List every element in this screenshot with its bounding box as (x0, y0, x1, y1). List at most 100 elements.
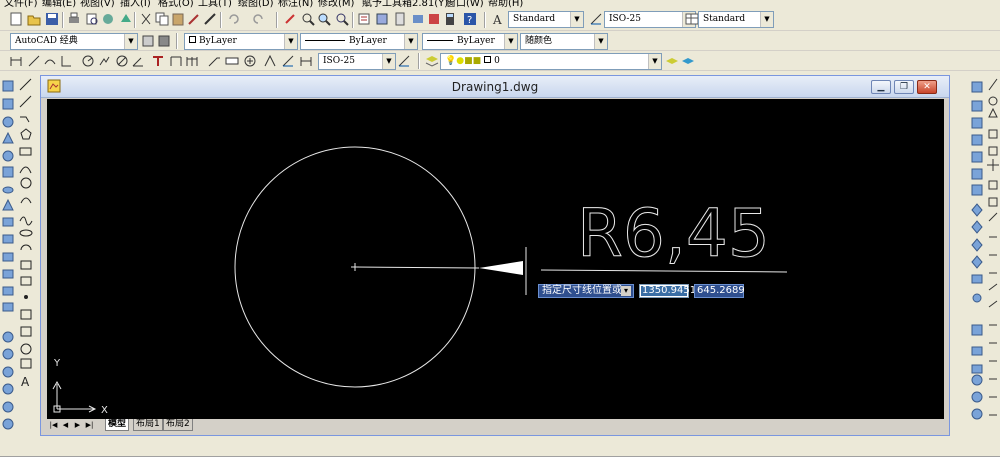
design-center-icon[interactable] (374, 11, 390, 27)
new-file-icon[interactable] (8, 11, 24, 27)
print-icon[interactable] (66, 11, 82, 27)
tool-palettes-icon[interactable] (392, 11, 408, 27)
tab-model[interactable]: 模型 (105, 419, 130, 431)
baseline-dim-icon[interactable] (168, 53, 184, 69)
zoom-realtime-icon[interactable] (300, 11, 316, 27)
layer-previous-icon[interactable] (680, 53, 696, 69)
menu-draw[interactable]: 绘图(D) (238, 0, 274, 8)
separator (134, 12, 136, 28)
linear-dim-icon[interactable] (8, 53, 24, 69)
drawing-area[interactable]: R6,45 X Y (47, 99, 944, 419)
lineweight-select[interactable]: ByLayer ▼ (422, 33, 518, 50)
layer-manager-icon[interactable] (424, 53, 440, 69)
block-editor-icon[interactable] (202, 11, 218, 27)
linetype-select[interactable]: ByLayer ▼ (300, 33, 418, 50)
view-tools-icons[interactable] (968, 75, 986, 435)
dim-style-icon (588, 11, 604, 27)
modify-tools-icons[interactable] (986, 75, 1000, 435)
save-icon[interactable] (44, 11, 60, 27)
dim-style-select[interactable]: ISO-25▼ (604, 11, 696, 28)
arc-length-icon[interactable] (42, 53, 58, 69)
minimize-button[interactable]: ▁ (871, 80, 891, 94)
quick-leader-icon[interactable] (206, 53, 222, 69)
menu-dimension[interactable]: 标注(N) (278, 0, 313, 8)
markup-icon[interactable] (426, 11, 442, 27)
properties-icon[interactable] (356, 11, 372, 27)
etransmit-icon[interactable] (118, 11, 134, 27)
menu-view[interactable]: 视图(V) (80, 0, 115, 8)
svg-text:?: ? (467, 15, 472, 26)
command-line[interactable] (0, 456, 1000, 468)
zoom-previous-icon[interactable] (334, 11, 350, 27)
next-tab-icon[interactable]: ▶ (73, 420, 82, 430)
dim-update-icon[interactable] (298, 53, 314, 69)
last-tab-icon[interactable]: ▶| (85, 420, 94, 430)
dropdown-arrow-icon[interactable]: ▾ (621, 286, 631, 296)
print-preview-icon[interactable] (84, 11, 100, 27)
first-tab-icon[interactable]: |◀ (49, 420, 58, 430)
ordinate-dim-icon[interactable] (58, 53, 74, 69)
publish-icon[interactable] (100, 11, 116, 27)
menu-format[interactable]: 格式(O) (158, 0, 194, 8)
text-style-select[interactable]: Standard ▼ (508, 11, 584, 28)
separator (484, 12, 486, 28)
dim-style-manager-icon[interactable] (396, 53, 412, 69)
cut-icon[interactable] (138, 11, 154, 27)
workspace-settings-icon[interactable] (140, 33, 156, 49)
copy-icon[interactable] (154, 11, 170, 27)
drawing-canvas[interactable]: R6,45 X Y 指定尺寸线位置或 ▾ 1350.9451 645.2689 (47, 99, 944, 419)
workspace-save-icon[interactable] (156, 33, 172, 49)
center-mark-icon[interactable] (242, 53, 258, 69)
menu-modify[interactable]: 修改(M) (318, 0, 354, 8)
menu-window[interactable]: 窗口(W) (446, 0, 484, 8)
continue-dim-icon[interactable] (184, 53, 200, 69)
sheet-set-icon[interactable] (410, 11, 426, 27)
open-file-icon[interactable] (26, 11, 42, 27)
angular-dim-icon[interactable] (130, 53, 146, 69)
previous-tab-icon[interactable]: ◀ (61, 420, 70, 430)
color-select[interactable]: ByLayer ▼ (184, 33, 298, 50)
dim-style-control[interactable]: ISO-25 ▼ (318, 53, 396, 70)
tolerance-icon[interactable] (224, 53, 240, 69)
match-properties-icon[interactable] (186, 11, 202, 27)
dimension-text[interactable]: R6,45 (577, 195, 771, 273)
paste-icon[interactable] (170, 11, 186, 27)
calculator-icon[interactable] (442, 11, 458, 27)
table-style-select[interactable]: Standard ▼ (698, 11, 774, 28)
draw-tools-icons[interactable]: A (17, 75, 35, 395)
workspace-select[interactable]: AutoCAD 经典 ▼ (10, 33, 138, 50)
plot-style-select[interactable]: 随颜色 ▼ (520, 33, 608, 50)
menu-insert[interactable]: 插入(I) (120, 0, 151, 8)
modeling-tools-icons[interactable] (0, 75, 17, 455)
layer-select[interactable]: 💡●■■ 0 ▼ (440, 53, 662, 70)
aligned-dim-icon[interactable] (26, 53, 42, 69)
dynamic-input-x-field[interactable]: 1350.9451 (639, 284, 696, 298)
radius-dim-icon[interactable] (80, 53, 96, 69)
dynamic-input-y-field[interactable]: 645.2689 (694, 284, 745, 298)
diameter-dim-icon[interactable] (114, 53, 130, 69)
help-icon[interactable]: ? (462, 11, 478, 27)
close-button[interactable]: ✕ (917, 80, 937, 94)
drawing-window: Drawing1.dwg ▁ ❐ ✕ R6,45 X Y 指定尺寸线位置或 ▾ (40, 75, 950, 436)
undo-icon[interactable] (226, 11, 242, 27)
menu-file[interactable]: 文件(F) (4, 0, 38, 8)
restore-button[interactable]: ❐ (894, 80, 914, 94)
separator (176, 33, 178, 49)
tab-layout2[interactable]: 布局2 (163, 419, 193, 431)
redo-icon[interactable] (250, 11, 266, 27)
draw-toolbar: A (17, 75, 35, 395)
layers-toolbar: AutoCAD 经典 ▼ ByLayer ▼ ByLayer ▼ ByLayer ▼ 随… (0, 31, 1000, 51)
window-titlebar[interactable]: Drawing1.dwg ▁ ❐ ✕ (41, 76, 949, 98)
dimtedit-icon[interactable] (280, 53, 296, 69)
jogged-dim-icon[interactable] (96, 53, 112, 69)
dimedit-icon[interactable] (262, 53, 278, 69)
menu-edit[interactable]: 编辑(E) (42, 0, 76, 8)
menu-help[interactable]: 帮助(H) (488, 0, 523, 8)
make-current-layer-icon[interactable] (664, 53, 680, 69)
quick-dim-icon[interactable] (150, 53, 166, 69)
pan-icon[interactable] (282, 11, 298, 27)
menu-toolbox[interactable]: 賦予工具箱2.81(Y) (362, 0, 448, 8)
tab-layout1[interactable]: 布局1 (133, 419, 163, 431)
menu-tools[interactable]: 工具(T) (198, 0, 232, 8)
zoom-window-icon[interactable] (316, 11, 332, 27)
